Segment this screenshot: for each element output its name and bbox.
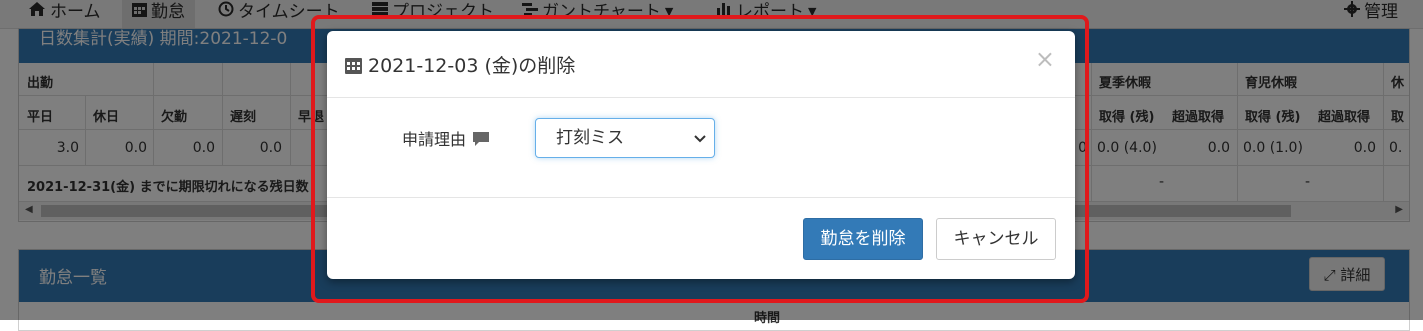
modal-title-text: 2021-12-03 (金)の削除 [368,55,576,77]
modal-header: 2021-12-03 (金)の削除 × [327,31,1075,98]
reason-select[interactable]: 打刻ミス [535,118,715,158]
delete-attendance-modal: 2021-12-03 (金)の削除 × 申請理由 打刻ミス 勤怠を削除 キャンセ… [327,31,1075,279]
modal-body: 申請理由 打刻ミス [327,98,1075,197]
modal-title: 2021-12-03 (金)の削除 [345,51,575,79]
modal-footer: 勤怠を削除 キャンセル [327,197,1075,280]
reason-select-value: 打刻ミス [556,128,624,148]
close-icon[interactable]: × [1035,45,1055,73]
cancel-button[interactable]: キャンセル [936,218,1056,260]
delete-attendance-button[interactable]: 勤怠を削除 [803,218,923,260]
calendar-icon [345,56,362,79]
reason-label-text: 申請理由 [402,130,467,149]
chevron-down-icon [694,120,706,174]
reason-label: 申請理由 [402,126,490,151]
comment-icon[interactable] [472,131,490,151]
